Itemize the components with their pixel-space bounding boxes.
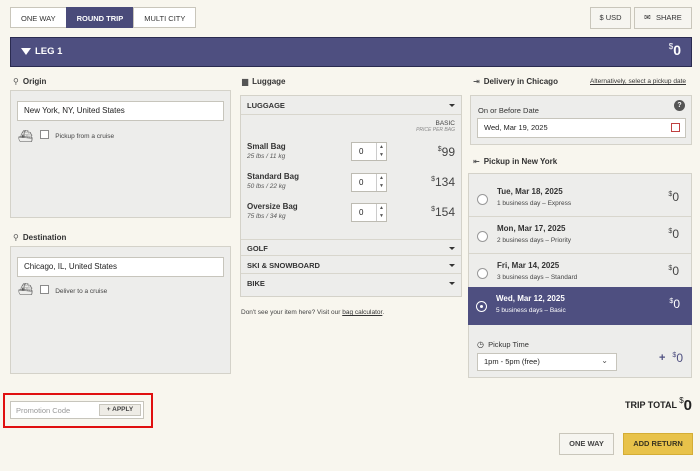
pickup-option[interactable]: Mon, Mar 17, 2025 2 business days – Prio… xyxy=(469,217,691,254)
delivery-date-input[interactable]: Wed, Mar 19, 2025 xyxy=(477,118,686,138)
small-bag-price: $99 xyxy=(437,145,455,159)
delivery-section-title: ⇥ Delivery in Chicago xyxy=(473,77,558,86)
map-pin-icon: ⚲ xyxy=(13,77,19,86)
trip-total: TRIP TOTAL $0 xyxy=(625,396,692,414)
delivery-panel: On or Before Date ? Wed, Mar 19, 2025 xyxy=(470,95,692,145)
tab-round-trip[interactable]: ROUND TRIP xyxy=(65,7,135,28)
triangle-down-icon xyxy=(21,48,31,55)
chevron-down-icon: ⌄ xyxy=(601,356,608,365)
oversize-bag-quantity-stepper[interactable]: 0 ▲ ▼ xyxy=(351,203,387,222)
leg-title: LEG 1 xyxy=(35,46,63,57)
origin-input[interactable]: New York, NY, United States xyxy=(17,101,224,121)
bag-name: Standard Bag xyxy=(247,172,300,181)
trip-total-label: TRIP TOTAL xyxy=(624,400,677,410)
caret-down-icon xyxy=(449,104,455,107)
luggage-panel: LUGGAGE BASIC PRICE PER BAG Small Bag 25… xyxy=(240,95,462,297)
luggage-category-dropdown[interactable]: LUGGAGE xyxy=(241,96,461,115)
origin-panel: New York, NY, United States ⛴ Pickup fro… xyxy=(10,90,231,218)
leg-header[interactable]: LEG 1 $0 xyxy=(10,37,692,67)
bag-calculator-note: Don't see your item here? Visit our bag … xyxy=(241,309,385,316)
pickup-time-select[interactable]: 1pm - 5pm (free) ⌄ xyxy=(477,353,617,371)
leg-price: $0 xyxy=(668,42,681,58)
destination-input[interactable]: Chicago, IL, United States xyxy=(17,257,224,277)
help-icon[interactable]: ? xyxy=(674,100,685,111)
pickup-radio[interactable] xyxy=(477,194,488,205)
cruise-ship-icon: ⛴ xyxy=(18,129,34,143)
envelope-icon: ✉ xyxy=(644,13,651,22)
pickup-radio[interactable] xyxy=(477,268,488,279)
bag-weight: 75 lbs / 34 kg xyxy=(247,213,286,220)
caret-down-icon xyxy=(449,264,455,267)
pickup-option-selected[interactable]: Wed, Mar 12, 2025 5 business days – Basi… xyxy=(468,287,692,325)
golf-category-dropdown[interactable]: GOLF xyxy=(241,239,461,256)
cruise-ship-icon: ⛴ xyxy=(18,282,34,296)
destination-section-title: ⚲ Destination xyxy=(13,233,67,242)
chevron-up-icon: ▲ xyxy=(379,144,384,150)
pickup-cruise-checkbox[interactable] xyxy=(40,130,49,139)
select-pickup-date-link[interactable]: Alternatively, select a pickup date xyxy=(590,78,686,85)
chevron-up-icon: ▲ xyxy=(379,175,384,181)
bag-name: Small Bag xyxy=(247,142,286,151)
tab-multi-city[interactable]: MULTI CITY xyxy=(133,7,197,28)
pickup-option[interactable]: Fri, Mar 14, 2025 3 business days – Stan… xyxy=(469,254,691,291)
one-way-button[interactable]: ONE WAY xyxy=(559,433,614,455)
ski-snowboard-category-dropdown[interactable]: SKI & SNOWBOARD xyxy=(241,257,461,274)
deliver-cruise-checkbox[interactable] xyxy=(40,285,49,294)
clock-icon: ◷ xyxy=(477,340,484,349)
pickup-radio[interactable] xyxy=(477,231,488,242)
map-pin-icon: ⚲ xyxy=(13,233,19,242)
pickup-time-plus: + xyxy=(659,352,666,364)
delivery-date-label: On or Before Date xyxy=(478,106,539,115)
pickup-time-label: ◷ Pickup Time xyxy=(477,340,529,349)
pickup-option[interactable]: Tue, Mar 18, 2025 1 business day – Expre… xyxy=(469,180,691,217)
chevron-up-icon: ▲ xyxy=(379,205,384,211)
caret-down-icon xyxy=(449,282,455,285)
standard-bag-quantity-stepper[interactable]: 0 ▲ ▼ xyxy=(351,173,387,192)
share-button[interactable]: ✉ SHARE xyxy=(634,7,692,29)
delivery-truck-icon: ⇥ xyxy=(473,77,480,86)
chevron-down-icon: ▼ xyxy=(379,152,384,158)
bag-name: Oversize Bag xyxy=(247,202,298,211)
origin-section-title: ⚲ Origin xyxy=(13,77,47,86)
bag-row-small: Small Bag 25 lbs / 11 kg xyxy=(247,142,286,160)
bag-row-standard: Standard Bag 50 lbs / 22 kg xyxy=(247,172,299,190)
caret-down-icon xyxy=(449,247,455,250)
currency-button[interactable]: $ USD xyxy=(590,7,631,29)
trip-type-tabs: ONE WAY ROUND TRIP MULTI CITY xyxy=(10,7,197,28)
share-label: SHARE xyxy=(655,13,682,22)
pickup-radio-selected[interactable] xyxy=(476,301,487,312)
pickup-truck-icon: ⇤ xyxy=(473,157,480,166)
chevron-down-icon: ▼ xyxy=(379,183,384,189)
promo-code-input[interactable]: Promotion Code xyxy=(16,406,70,415)
pickup-panel: Tue, Mar 18, 2025 1 business day – Expre… xyxy=(468,173,692,378)
currency-label: $ USD xyxy=(599,13,622,22)
bag-row-oversize: Oversize Bag 75 lbs / 34 kg xyxy=(247,202,298,220)
promo-code-field: Promotion Code + APPLY xyxy=(10,401,144,419)
chevron-down-icon: ▼ xyxy=(379,213,384,219)
oversize-bag-price: $154 xyxy=(431,205,455,219)
tier-label: BASIC xyxy=(435,120,455,127)
tier-sublabel: PRICE PER BAG xyxy=(416,127,455,133)
bag-weight: 25 lbs / 11 kg xyxy=(247,153,286,160)
apply-promo-button[interactable]: + APPLY xyxy=(99,404,141,416)
add-return-button[interactable]: ADD RETURN xyxy=(623,433,693,455)
pickup-section-title: ⇤ Pickup in New York xyxy=(473,157,558,166)
suitcase-icon: ▆ xyxy=(242,77,249,86)
trip-total-price: $0 xyxy=(679,396,692,414)
small-bag-quantity-stepper[interactable]: 0 ▲ ▼ xyxy=(351,142,387,161)
pickup-time-price: $0 xyxy=(672,351,683,365)
bag-weight: 50 lbs / 22 kg xyxy=(247,183,286,190)
tab-one-way[interactable]: ONE WAY xyxy=(10,7,67,28)
calendar-icon xyxy=(671,123,680,132)
pickup-cruise-label: Pickup from a cruise xyxy=(55,133,115,140)
destination-panel: Chicago, IL, United States ⛴ Deliver to … xyxy=(10,246,231,374)
bag-calculator-link[interactable]: bag calculator xyxy=(342,309,382,316)
bike-category-dropdown[interactable]: BIKE xyxy=(241,275,461,292)
standard-bag-price: $134 xyxy=(431,175,455,189)
deliver-cruise-label: Deliver to a cruise xyxy=(55,288,108,295)
luggage-section-title: ▆ Luggage xyxy=(242,77,286,86)
